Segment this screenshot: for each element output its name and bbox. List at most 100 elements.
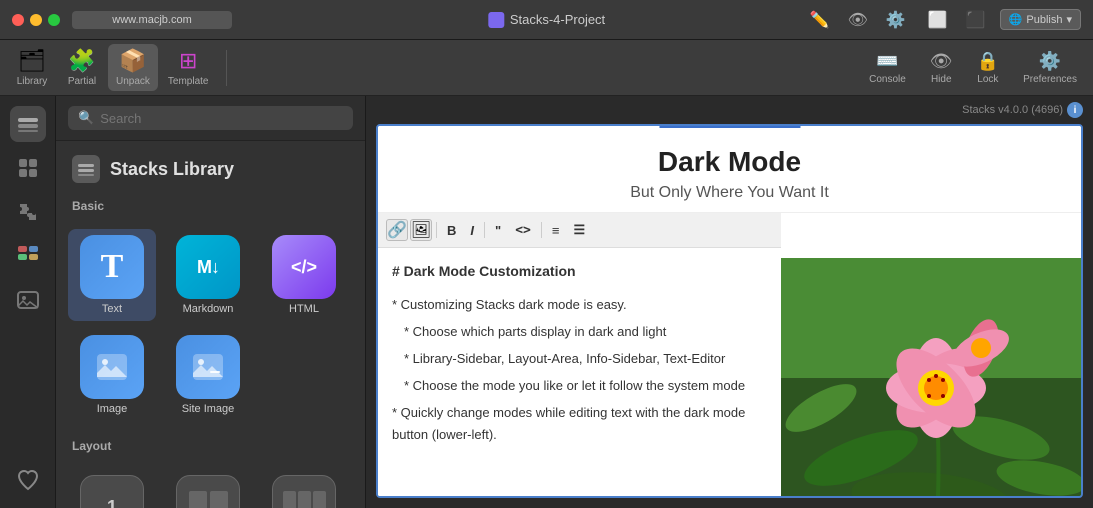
canvas-area: ✕ Dark Mode · But Flexible Dark Mode But… bbox=[376, 124, 1083, 498]
editor-title: # Dark Mode Customization bbox=[392, 260, 767, 284]
toolbar-partial[interactable]: 🧩 Partial bbox=[58, 44, 106, 91]
toolbar-lock[interactable]: 🔒 Lock bbox=[969, 47, 1007, 89]
tb-sep-2 bbox=[484, 222, 485, 238]
preferences-icon: ⚙️ bbox=[1039, 51, 1061, 72]
stack-item-siteimage[interactable]: Site Image bbox=[164, 329, 252, 421]
sidebar-item-puzzle[interactable] bbox=[10, 194, 46, 230]
template-label: Template bbox=[168, 76, 209, 87]
lock-label: Lock bbox=[977, 74, 998, 85]
layout-buttons: ⬜ ⬛ bbox=[920, 6, 994, 34]
minimize-button[interactable] bbox=[30, 14, 42, 26]
preferences-label: Preferences bbox=[1023, 74, 1077, 85]
link-button[interactable]: 🔗 bbox=[386, 219, 408, 241]
title-icon bbox=[488, 12, 504, 28]
console-icon: ⌨️ bbox=[876, 51, 898, 72]
settings-mode-button[interactable]: ⚙️ bbox=[878, 6, 914, 34]
toolbar-main-group: 🗂 Library 🧩 Partial 📦 Unpack ⊞ Template bbox=[8, 44, 216, 91]
italic-button[interactable]: I bbox=[464, 220, 480, 241]
partial-icon: 🧩 bbox=[68, 48, 95, 74]
editor-line-4: * Choose the mode you like or let it fol… bbox=[392, 375, 767, 397]
stack-item-text[interactable]: T Text bbox=[68, 229, 156, 321]
window-title: Stacks-4-Project bbox=[488, 12, 605, 28]
image-panel bbox=[781, 213, 1081, 498]
text-editor-panel: 🔗 🖼 B I " <> ≡ ☰ bbox=[378, 213, 781, 498]
layout-btn-1[interactable]: ⬜ bbox=[920, 6, 956, 34]
preview-mode-button[interactable]: 👁 bbox=[840, 6, 876, 34]
text-stack-icon: T bbox=[80, 235, 144, 299]
library-header: Stacks Library bbox=[56, 141, 365, 191]
url-text: www.macjb.com bbox=[112, 14, 191, 26]
quote-button[interactable]: " bbox=[489, 220, 507, 241]
title-bar: www.macjb.com Stacks-4-Project ✏️ 👁 ⚙️ ⬜… bbox=[0, 0, 1093, 40]
editor-content[interactable]: # Dark Mode Customization * Customizing … bbox=[378, 248, 781, 498]
col1-stack-icon: 1 bbox=[80, 475, 144, 508]
layout-btn-2[interactable]: ⬛ bbox=[958, 6, 994, 34]
bold-button[interactable]: B bbox=[441, 220, 462, 241]
layout-grid: 1 1 Col 2 Col bbox=[56, 459, 365, 508]
unpack-label: Unpack bbox=[116, 76, 150, 87]
html-stack-label: HTML bbox=[289, 303, 319, 315]
mode-label: Dark Mode · But Flexible bbox=[659, 124, 800, 128]
stack-item-col3[interactable]: 3 Col bbox=[260, 469, 348, 508]
toolbar-unpack[interactable]: 📦 Unpack bbox=[108, 44, 158, 91]
template-icon: ⊞ bbox=[179, 48, 197, 74]
sidebar-item-favorites[interactable] bbox=[10, 462, 46, 498]
siteimage-stack-icon bbox=[176, 335, 240, 399]
stack-item-col2[interactable]: 2 Col bbox=[164, 469, 252, 508]
toolbar-preferences[interactable]: ⚙️ Preferences bbox=[1015, 47, 1085, 89]
stack-item-html[interactable]: </> HTML bbox=[260, 229, 348, 321]
sidebar-item-apps[interactable] bbox=[10, 238, 46, 274]
version-badge: Stacks v4.0.0 (4696) i bbox=[962, 102, 1083, 118]
fullscreen-button[interactable] bbox=[48, 14, 60, 26]
image-button[interactable]: 🖼 bbox=[410, 219, 432, 241]
edit-mode-button[interactable]: ✏️ bbox=[802, 6, 838, 34]
editor-top-bar: Stacks v4.0.0 (4696) i bbox=[366, 96, 1093, 124]
editor-line-3: * Library-Sidebar, Layout-Area, Info-Sid… bbox=[392, 348, 767, 370]
stack-item-image[interactable]: Image bbox=[68, 329, 156, 421]
icon-sidebar bbox=[0, 96, 56, 508]
search-icon: 🔍 bbox=[78, 110, 94, 126]
editor-format-toolbar: 🔗 🖼 B I " <> ≡ ☰ bbox=[378, 213, 781, 248]
toolbar-hide[interactable]: 👁 Hide bbox=[922, 47, 961, 89]
stack-item-col1[interactable]: 1 1 Col bbox=[68, 469, 156, 508]
siteimage-stack-label: Site Image bbox=[182, 403, 235, 415]
publish-label: Publish bbox=[1026, 14, 1062, 26]
unordered-list-button[interactable]: ≡ bbox=[546, 220, 566, 241]
sidebar-item-image[interactable] bbox=[10, 282, 46, 318]
col3-stack-icon bbox=[272, 475, 336, 508]
stack-item-markdown[interactable]: M↓ Markdown bbox=[164, 229, 252, 321]
editor-line-5: * Quickly change modes while editing tex… bbox=[392, 402, 767, 446]
console-label: Console bbox=[869, 74, 906, 85]
section-label-layout: Layout bbox=[56, 431, 365, 459]
markdown-stack-label: Markdown bbox=[183, 303, 234, 315]
library-logo-icon bbox=[72, 155, 100, 183]
toolbar-console[interactable]: ⌨️ Console bbox=[861, 47, 914, 89]
col2-stack-icon bbox=[176, 475, 240, 508]
toolbar-right-group: ⌨️ Console 👁 Hide 🔒 Lock ⚙️ Preferences bbox=[861, 47, 1085, 89]
search-input[interactable] bbox=[100, 111, 343, 126]
text-stack-label: Text bbox=[102, 303, 122, 315]
view-mode-buttons: ✏️ 👁 ⚙️ bbox=[802, 6, 914, 34]
toolbar-library[interactable]: 🗂 Library bbox=[8, 44, 56, 91]
partial-label: Partial bbox=[68, 76, 96, 87]
markdown-stack-icon: M↓ bbox=[176, 235, 240, 299]
code-button[interactable]: <> bbox=[509, 220, 537, 241]
info-icon[interactable]: i bbox=[1067, 102, 1083, 118]
unpack-icon: 📦 bbox=[119, 48, 146, 74]
close-button[interactable] bbox=[12, 14, 24, 26]
sidebar-item-addons[interactable] bbox=[10, 150, 46, 186]
ordered-list-button[interactable]: ☰ bbox=[567, 219, 591, 241]
toolbar-template[interactable]: ⊞ Template bbox=[160, 44, 217, 91]
editor-area: Stacks v4.0.0 (4696) i ✕ Dark Mode · But… bbox=[366, 96, 1093, 508]
publish-button[interactable]: 🌐 Publish ▾ bbox=[1000, 9, 1081, 30]
editor-line-1: * Customizing Stacks dark mode is easy. bbox=[392, 294, 767, 316]
titlebar-right: ✏️ 👁 ⚙️ ⬜ ⬛ 🌐 Publish ▾ bbox=[802, 6, 1081, 34]
search-bar: 🔍 bbox=[56, 96, 365, 141]
heading-sub: But Only Where You Want It bbox=[388, 184, 1071, 202]
heading-area: Dark Mode But Only Where You Want It bbox=[378, 126, 1081, 213]
library-title: Stacks Library bbox=[110, 159, 234, 180]
sidebar-item-stacks[interactable] bbox=[10, 106, 46, 142]
hide-icon: 👁 bbox=[930, 51, 953, 72]
heading-main: Dark Mode bbox=[388, 146, 1071, 178]
main-toolbar: 🗂 Library 🧩 Partial 📦 Unpack ⊞ Template … bbox=[0, 40, 1093, 96]
